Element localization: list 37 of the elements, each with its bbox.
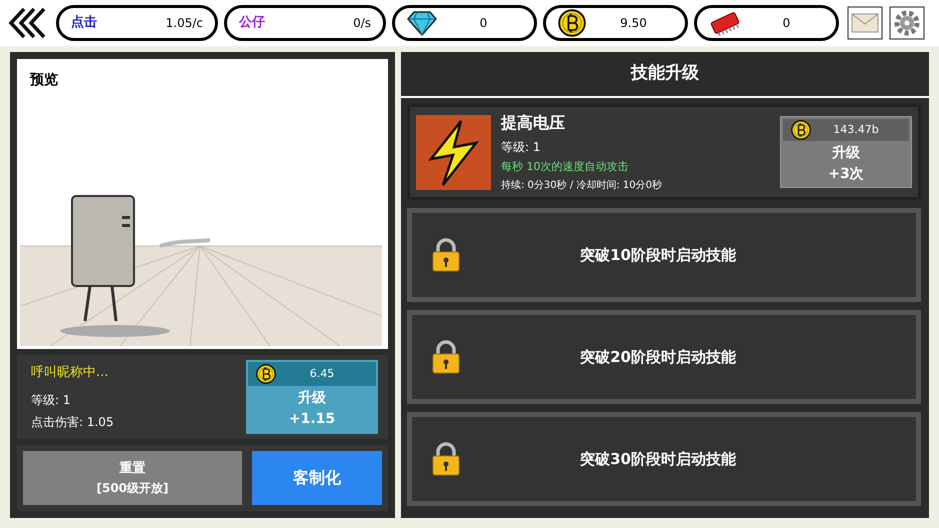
skill-name: 提高电压 [501,112,566,134]
skill-duration: 持续: 0分30秒 / 冷却时间: 10分0秒 [501,178,663,194]
stat-label: 公仔 [239,14,265,32]
skill-effect: 每秒 10次的速度自动攻击 [501,158,630,175]
click-damage: 点击伤害: 1.05 [31,414,115,431]
stat-value: 0 [478,15,488,32]
cost-label: 143.47b [832,122,880,138]
unlock-requirement: 突破10阶段时启动技能 [579,244,737,266]
settings-icon[interactable] [889,6,925,40]
preview-title: 预览 [28,71,59,90]
stat-label: 点击 [71,14,97,32]
padlock-icon [432,340,460,374]
panel-title: 技能升级 [631,62,699,86]
unlock-requirement: 突破30阶段时启动技能 [579,448,737,470]
padlock-icon [432,238,460,272]
gain-label: +3次 [827,165,865,184]
bitcoin-coin-icon [256,364,276,384]
gain-label: +1.15 [288,410,336,429]
customize-button[interactable]: 客制化 [252,451,382,505]
cost-label: 6.45 [308,366,336,382]
stat-value: 9.50 [619,15,648,32]
upgrade-button[interactable]: 6.45 升级 +1.15 [246,360,378,434]
padlock-icon [432,442,460,476]
bitcoin-coin-icon [791,120,811,140]
stat-value: 1.05/c [166,15,203,32]
lightning-bolt-icon [416,114,491,190]
unlock-requirement: 突破20阶段时启动技能 [579,346,737,368]
character-level: 等级: 1 [31,392,72,409]
bitcoin-coin-icon [558,9,586,37]
stat-value: 0/s [353,15,371,32]
mail-icon[interactable] [847,6,883,40]
character-name: 呼叫昵称中... [31,364,110,382]
diamond-icon [407,10,437,36]
stat-value: 0 [782,15,792,32]
upgrade-button[interactable]: 143.47b 升级 +3次 [780,116,912,188]
skill-level: 等级: 1 [501,138,542,156]
reset-button[interactable]: 重置 [500级开放] [23,451,242,505]
